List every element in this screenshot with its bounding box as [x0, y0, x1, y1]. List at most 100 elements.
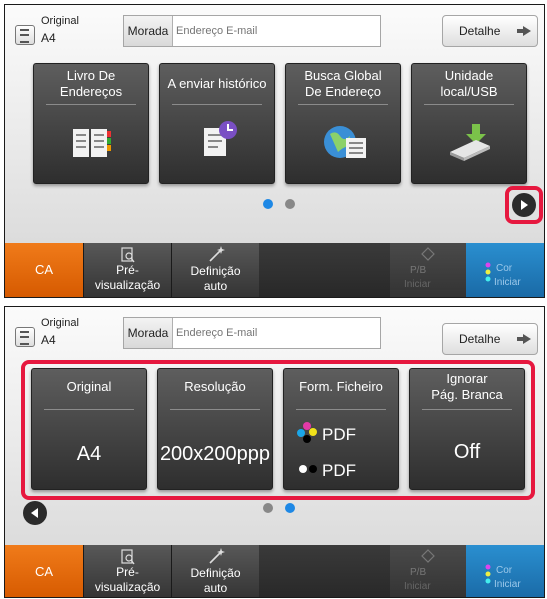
divider — [296, 409, 386, 410]
main-area: Original A4 Morada Detalhe Original A4 R… — [5, 307, 544, 545]
screen-panel-page1: Original A4 Morada Detalhe Livro De Ende… — [4, 4, 545, 298]
arrow-right-icon — [517, 26, 531, 36]
divider — [172, 104, 262, 105]
tile-title: Form. Ficheiro — [299, 379, 383, 394]
address-bar: Morada — [123, 15, 381, 47]
blank-page-skip-tile[interactable]: Ignorar Pág. Branca Off — [409, 368, 525, 490]
divider — [424, 104, 514, 105]
original-label: Original — [41, 317, 79, 329]
auto-label-line2: auto — [203, 279, 228, 293]
divider — [422, 409, 512, 410]
page-dot-active — [263, 199, 273, 209]
auto-set-button[interactable]: Definição auto — [171, 243, 259, 297]
ca-button[interactable]: CA — [5, 243, 83, 297]
divider — [46, 104, 136, 105]
color-label: Cor — [496, 263, 513, 274]
resolution-setting-tile[interactable]: Resolução 200x200ppp — [157, 368, 273, 490]
play-right-icon — [521, 200, 528, 210]
preview-icon — [121, 549, 135, 565]
color-label: Cor — [496, 565, 513, 576]
tile-label-line1: Busca Global — [304, 68, 382, 83]
page-dot[interactable] — [263, 503, 273, 513]
preview-button[interactable]: Pré- visualização — [83, 243, 171, 297]
detail-label: Detalhe — [459, 332, 501, 346]
original-indicator[interactable]: Original A4 — [11, 315, 111, 351]
tile-title-line1: Ignorar — [446, 371, 488, 386]
address-bar: Morada — [123, 317, 381, 349]
bw-start-label: Iniciar — [404, 279, 431, 290]
address-label[interactable]: Morada — [124, 16, 173, 46]
tile-label-line1: Unidade — [444, 68, 494, 83]
original-indicator[interactable]: Original A4 — [11, 13, 111, 49]
address-book-tile[interactable]: Livro De Endereços — [33, 63, 149, 184]
auto-set-button[interactable]: Definição auto — [171, 545, 259, 597]
global-search-icon — [324, 126, 366, 158]
preview-button[interactable]: Pré- visualização — [83, 545, 171, 597]
color-start-button[interactable]: Cor Iniciar — [466, 545, 544, 597]
play-left-icon — [31, 508, 38, 518]
sending-history-icon — [204, 121, 237, 156]
tile-label-line2: Endereços — [59, 84, 123, 99]
tile-title-line2: Pág. Branca — [431, 387, 503, 402]
magic-wand-icon — [209, 246, 225, 262]
detail-label: Detalhe — [459, 24, 501, 38]
color-dots-icon — [485, 262, 491, 282]
bottom-bar: CA Pré- visualização Definição auto P/B … — [5, 545, 544, 597]
preview-label-line2: visualização — [94, 580, 161, 594]
page-dot[interactable] — [285, 199, 295, 209]
color-start-label: Iniciar — [494, 579, 521, 590]
bottom-bar-spacer — [259, 243, 390, 297]
email-address-input[interactable] — [176, 16, 372, 46]
start-diamond-icon — [421, 247, 435, 261]
color-start-button[interactable]: Cor Iniciar — [466, 243, 544, 297]
global-address-search-tile[interactable]: Busca Global De Endereço — [285, 63, 401, 184]
bottom-bar: CA Pré- visualização Definição auto P/B … — [5, 243, 544, 297]
color-dots-icon — [485, 564, 491, 584]
document-icon — [15, 327, 35, 347]
mono-mode-icon — [299, 465, 317, 473]
mono-file-format: PDF — [322, 461, 356, 480]
email-address-input[interactable] — [176, 318, 372, 348]
original-setting-tile[interactable]: Original A4 — [31, 368, 147, 490]
detail-button[interactable]: Detalhe — [442, 15, 538, 47]
auto-label-line1: Definição — [190, 264, 241, 278]
tile-value: 200x200ppp — [159, 443, 271, 465]
preview-label-line2: visualização — [94, 278, 161, 292]
tile-label: A enviar histórico — [167, 76, 267, 91]
file-format-setting-tile[interactable]: Form. Ficheiro PDF PDF — [283, 368, 399, 490]
previous-page-button[interactable] — [23, 501, 47, 525]
address-label[interactable]: Morada — [124, 318, 173, 348]
tile-label-line1: Livro De — [66, 68, 116, 83]
bw-start-button[interactable]: P/B Iniciar — [390, 243, 466, 297]
screen-panel-page2: Original A4 Morada Detalhe Original A4 R… — [4, 306, 545, 598]
preview-label-line1: Pré- — [116, 263, 139, 277]
tile-title: Resolução — [184, 379, 246, 394]
bw-label: P/B — [410, 567, 427, 578]
tile-label-line2: local/USB — [440, 84, 498, 99]
tile-label-line2: De Endereço — [305, 84, 381, 99]
ca-button[interactable]: CA — [5, 545, 83, 597]
color-file-format: PDF — [322, 425, 356, 444]
color-start-label: Iniciar — [494, 277, 521, 288]
sending-history-tile[interactable]: A enviar histórico — [159, 63, 275, 184]
bw-start-button[interactable]: P/B Iniciar — [390, 545, 466, 597]
page-dot-active — [285, 503, 295, 513]
detail-button[interactable]: Detalhe — [442, 323, 538, 355]
bottom-bar-spacer — [259, 545, 390, 597]
preview-label-line1: Pré- — [116, 565, 139, 579]
tile-value: A4 — [76, 443, 102, 465]
bw-start-label: Iniciar — [404, 581, 431, 592]
magic-wand-icon — [209, 548, 225, 564]
local-usb-tile[interactable]: Unidade local/USB — [411, 63, 527, 184]
tile-title: Original — [66, 379, 112, 394]
original-label: Original — [41, 15, 79, 27]
tile-value: Off — [453, 441, 481, 463]
document-icon — [15, 25, 35, 45]
auto-label-line2: auto — [203, 581, 228, 595]
original-value: A4 — [41, 31, 56, 45]
address-book-icon — [73, 129, 111, 157]
preview-icon — [121, 247, 135, 263]
usb-drive-icon — [450, 124, 490, 161]
next-page-button[interactable] — [512, 193, 536, 217]
arrow-right-icon — [517, 334, 531, 344]
